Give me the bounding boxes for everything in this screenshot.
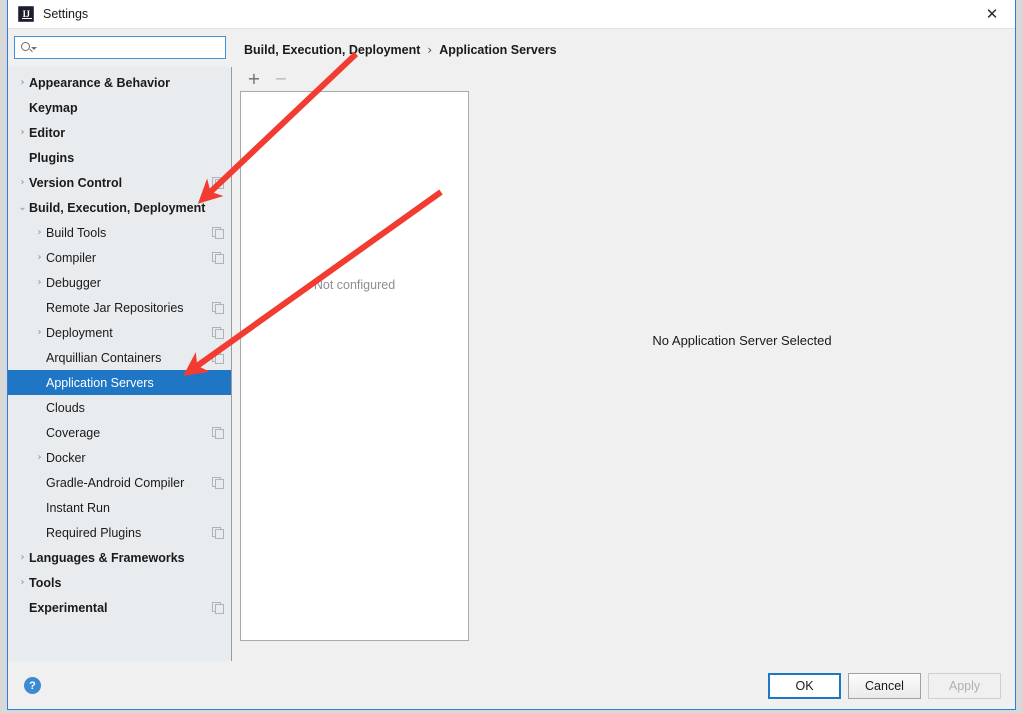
chevron-right-icon[interactable]: › [16,552,29,563]
sidebar-item-label: Debugger [46,275,101,290]
sidebar-item-editor[interactable]: › Editor [8,120,231,145]
cancel-button[interactable]: Cancel [848,672,921,699]
help-icon[interactable]: ? [24,677,41,694]
sidebar-item-label: Tools [29,575,62,590]
sidebar-item-build-tools[interactable]: › Build Tools [8,220,231,245]
search-input[interactable] [37,40,225,55]
sidebar-item-label: Required Plugins [46,525,142,540]
sidebar-item-label: Editor [29,125,66,140]
sidebar-item-label: Gradle-Android Compiler [46,475,185,490]
chevron-right-icon[interactable]: › [33,327,46,338]
server-list-column: + − Not configured [232,67,469,661]
sidebar-item-version-control[interactable]: › Version Control [8,170,231,195]
sidebar-item-label: Application Servers [46,375,154,390]
chevron-right-icon[interactable]: › [33,227,46,238]
chevron-right-icon[interactable]: › [33,452,46,463]
settings-tree[interactable]: › Appearance & Behavior Keymap › Editor Plugi… [8,67,232,661]
sidebar-item-instant-run[interactable]: Instant Run [8,495,231,520]
sidebar-item-label: Appearance & Behavior [29,75,171,90]
server-list-toolbar: + − [240,67,469,91]
chevron-right-icon[interactable]: › [16,177,29,188]
main-panel: Build, Execution, Deployment › Applicati… [232,29,1015,661]
chevron-right-icon[interactable]: › [16,577,29,588]
window-title: Settings [43,7,89,21]
breadcrumb: Build, Execution, Deployment › Applicati… [244,43,1015,57]
sidebar-item-coverage[interactable]: Coverage [8,420,231,445]
detail-empty-label: No Application Server Selected [652,333,832,348]
sidebar-item-arquillian-containers[interactable]: Arquillian Containers [8,345,231,370]
copy-settings-icon [212,302,224,314]
copy-settings-icon [212,602,224,614]
sidebar-item-label: Docker [46,450,86,465]
ok-button[interactable]: OK [768,672,841,699]
sidebar-item-label: Instant Run [46,500,110,515]
copy-settings-icon [212,527,224,539]
sidebar-item-label: Experimental [29,600,108,615]
copy-settings-icon [212,177,224,189]
sidebar-item-deployment[interactable]: › Deployment [8,320,231,345]
dialog-body: › Appearance & Behavior Keymap › Editor Plugi… [8,29,1015,661]
content-area: + − Not configured No Application Server… [232,67,1015,661]
remove-server-button: − [274,69,288,88]
search-container [8,33,232,59]
settings-dialog: IJ Settings ✕ › Appearance & Behavior Keym… [7,0,1016,710]
sidebar-item-label: Arquillian Containers [46,350,162,365]
sidebar-item-label: Remote Jar Repositories [46,300,184,315]
apply-button: Apply [928,672,1001,699]
chevron-right-icon: › [427,43,433,57]
title-bar: IJ Settings ✕ [8,0,1015,29]
settings-sidebar: › Appearance & Behavior Keymap › Editor Plugi… [8,29,232,661]
copy-settings-icon [212,252,224,264]
add-server-button[interactable]: + [245,70,263,88]
sidebar-item-keymap[interactable]: Keymap [8,95,231,120]
sidebar-item-gradle-android-compiler[interactable]: Gradle-Android Compiler [8,470,231,495]
chevron-right-icon[interactable]: › [33,252,46,263]
sidebar-item-required-plugins[interactable]: Required Plugins [8,520,231,545]
search-icon [21,41,37,55]
search-box[interactable] [14,36,226,59]
breadcrumb-parent[interactable]: Build, Execution, Deployment [244,43,420,57]
chevron-right-icon[interactable]: › [33,277,46,288]
copy-settings-icon [212,227,224,239]
sidebar-item-appearance-behavior[interactable]: › Appearance & Behavior [8,70,231,95]
sidebar-item-tools[interactable]: › Tools [8,570,231,595]
sidebar-item-build-execution-deployment[interactable]: ⌄ Build, Execution, Deployment [8,195,231,220]
sidebar-item-compiler[interactable]: › Compiler [8,245,231,270]
sidebar-item-plugins[interactable]: Plugins [8,145,231,170]
sidebar-item-languages-frameworks[interactable]: › Languages & Frameworks [8,545,231,570]
sidebar-item-docker[interactable]: › Docker [8,445,231,470]
chevron-right-icon[interactable]: › [16,127,29,138]
copy-settings-icon [212,477,224,489]
sidebar-item-label: Keymap [29,100,78,115]
sidebar-item-experimental[interactable]: Experimental [8,595,231,620]
sidebar-item-label: Plugins [29,150,75,165]
copy-settings-icon [212,327,224,339]
sidebar-item-label: Compiler [46,250,97,265]
copy-settings-icon [212,427,224,439]
list-empty-label: Not configured [313,278,396,292]
sidebar-item-label: Deployment [46,325,113,340]
copy-settings-icon [212,352,224,364]
dialog-buttons: OK Cancel Apply [768,672,1001,699]
close-icon[interactable]: ✕ [969,0,1015,28]
chevron-down-icon[interactable]: ⌄ [16,202,29,213]
intellij-idea-icon: IJ [18,6,34,22]
sidebar-item-label: Build Tools [46,225,107,240]
server-detail-panel: No Application Server Selected [469,67,1015,661]
sidebar-item-application-servers[interactable]: Application Servers [8,370,231,395]
sidebar-item-debugger[interactable]: › Debugger [8,270,231,295]
chevron-right-icon[interactable]: › [16,77,29,88]
sidebar-item-remote-jar-repositories[interactable]: Remote Jar Repositories [8,295,231,320]
sidebar-item-clouds[interactable]: Clouds [8,395,231,420]
sidebar-item-label: Clouds [46,400,85,415]
server-list-panel[interactable]: Not configured [240,91,469,641]
sidebar-item-label: Coverage [46,425,101,440]
sidebar-item-label: Version Control [29,175,123,190]
sidebar-item-label: Languages & Frameworks [29,550,185,565]
dialog-footer: ? OK Cancel Apply [8,661,1015,709]
breadcrumb-current: Application Servers [439,43,557,57]
sidebar-item-label: Build, Execution, Deployment [29,200,206,215]
